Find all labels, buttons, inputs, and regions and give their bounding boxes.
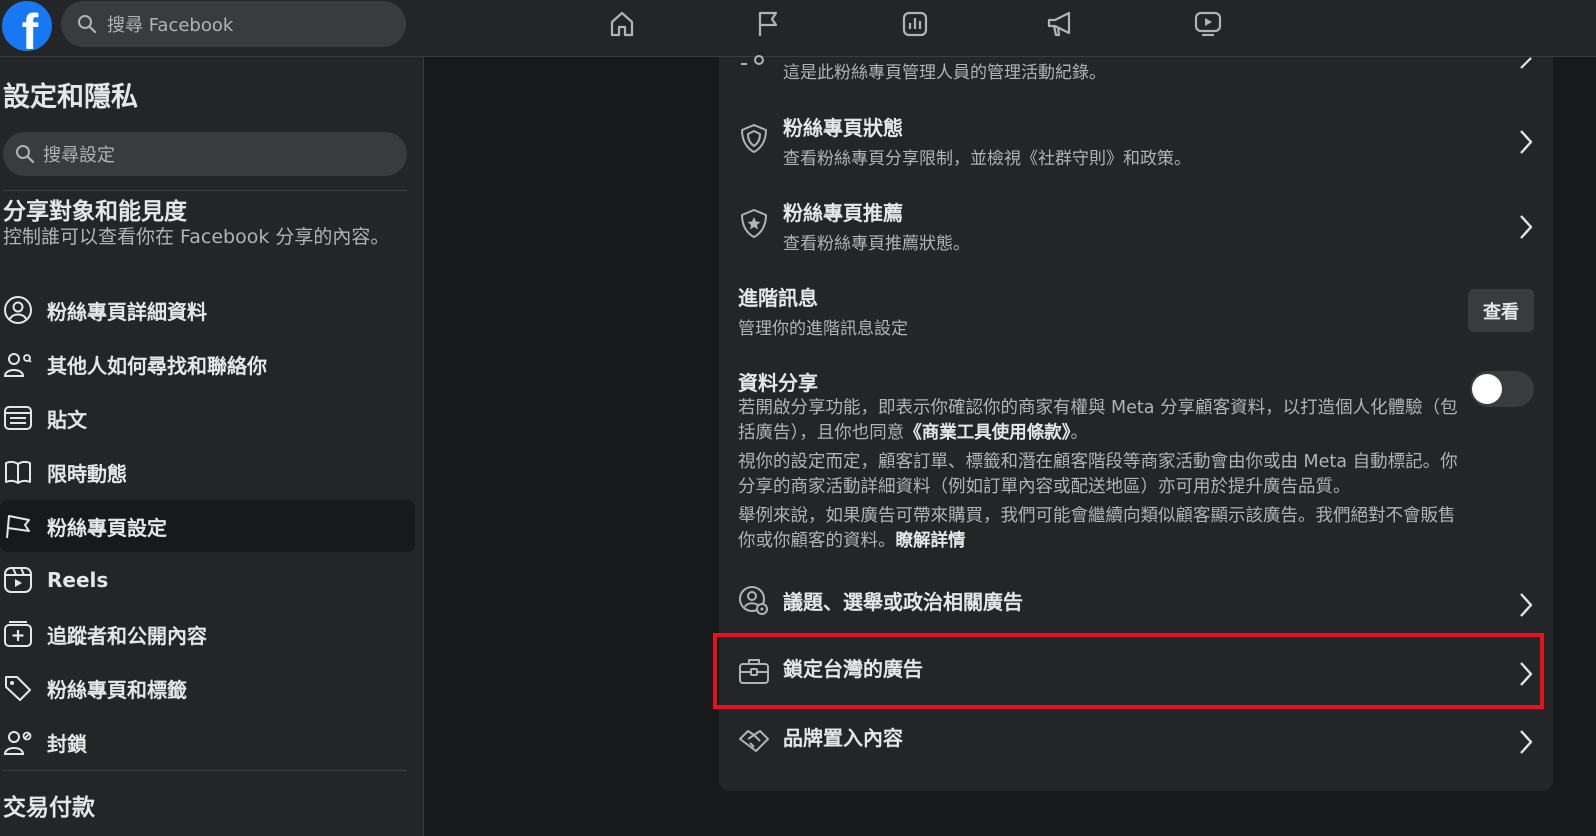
business-tools-terms-link[interactable]: 《商業工具使用條款》: [904, 423, 1070, 443]
sidebar-item-reels[interactable]: Reels: [0, 554, 415, 606]
data-sharing-row: 資料分享: [738, 371, 818, 395]
flag-icon: [3, 511, 33, 541]
data-sharing-paragraph-2: 視你的設定而定，顧客訂單、標籤和潛在顧客階段等商家活動會由你或由 Meta 自動…: [738, 452, 1458, 497]
gear-user-icon: [738, 48, 770, 80]
chevron-right-icon: [1514, 589, 1538, 621]
chevron-right-icon: [1514, 44, 1538, 76]
facebook-search-input[interactable]: 搜尋 Facebook: [61, 1, 406, 47]
sidebar-item-pages-tags[interactable]: 粉絲專頁和標籤: [0, 662, 415, 714]
block-person-icon: [3, 727, 33, 757]
page-recommendation-row[interactable]: 粉絲專頁推薦 查看粉絲專頁推薦狀態。: [738, 195, 1538, 255]
section-desc-audience: 控制誰可以查看你在 Facebook 分享的內容。: [3, 226, 390, 248]
search-icon: [78, 15, 97, 34]
sidebar-title: 設定和隱私: [3, 82, 138, 113]
chevron-right-icon: [1514, 211, 1538, 243]
video-icon[interactable]: [1190, 6, 1226, 42]
flag-icon[interactable]: [750, 6, 786, 42]
settings-search-input[interactable]: 搜尋設定: [3, 132, 407, 176]
chevron-right-icon: [1514, 126, 1538, 158]
view-advanced-messaging-button[interactable]: 查看: [1468, 289, 1534, 332]
settings-search-placeholder: 搜尋設定: [43, 145, 115, 166]
page-status-row[interactable]: 粉絲專頁狀態 查看粉絲專頁分享限制，並檢視《社群守則》和政策。: [738, 110, 1538, 170]
search-icon: [16, 145, 35, 164]
home-icon[interactable]: [604, 6, 640, 42]
shield-icon: [738, 122, 770, 154]
data-sharing-toggle[interactable]: [1470, 371, 1534, 407]
top-navigation-bar: f 搜尋 Facebook: [0, 0, 1596, 57]
book-icon: [3, 457, 33, 487]
sidebar-item-stories[interactable]: 限時動態: [0, 446, 415, 498]
facebook-logo[interactable]: f: [2, 1, 52, 51]
sidebar-divider: [3, 190, 407, 191]
learn-more-link[interactable]: 瞭解詳情: [896, 531, 966, 551]
data-sharing-paragraph-1: 若開啟分享功能，即表示你確認你的商家有權與 Meta 分享顧客資料，以打造個人化…: [738, 398, 1458, 443]
sidebar-divider: [3, 770, 407, 771]
highlight-box: [713, 633, 1544, 709]
shield-star-icon: [738, 207, 770, 239]
megaphone-icon[interactable]: [1043, 6, 1079, 42]
handshake-icon: [738, 724, 770, 756]
sidebar-item-page-details[interactable]: 粉絲專頁詳細資料: [0, 284, 415, 336]
chevron-right-icon: [1514, 726, 1538, 758]
toggle-knob: [1472, 374, 1502, 404]
person-contact-icon: [3, 349, 33, 379]
advanced-messaging-row: 進階訊息 管理你的進階訊息設定: [738, 286, 908, 339]
add-box-icon: [3, 619, 33, 649]
sidebar-item-blocking[interactable]: 封鎖: [0, 716, 415, 768]
branded-content-row[interactable]: 品牌置入內容: [738, 722, 1538, 762]
admin-activity-row[interactable]: 這是此粉絲專頁管理人員的管理活動紀錄。: [738, 50, 1538, 84]
insights-icon[interactable]: [897, 6, 933, 42]
section-title-audience: 分享對象和能見度: [3, 199, 187, 225]
sidebar-item-page-settings[interactable]: 粉絲專頁設定: [0, 500, 415, 552]
reels-icon: [3, 565, 33, 595]
data-sharing-paragraph-3: 舉例來說，如果廣告可帶來購買，我們可能會繼續向類似顧客顯示該廣告。我們絕對不會販…: [738, 506, 1456, 551]
search-placeholder: 搜尋 Facebook: [107, 15, 234, 36]
sidebar-item-followers-public[interactable]: 追蹤者和公開內容: [0, 608, 415, 660]
person-gear-icon: [738, 585, 770, 617]
section-title-payments: 交易付款: [3, 795, 95, 821]
tag-icon: [3, 673, 33, 703]
political-ads-row[interactable]: 議題、選舉或政治相關廣告: [738, 585, 1538, 625]
sidebar-item-find-contact[interactable]: 其他人如何尋找和聯絡你: [0, 338, 415, 390]
profile-circle-icon: [3, 295, 33, 325]
posts-icon: [3, 403, 33, 433]
sidebar-item-posts[interactable]: 貼文: [0, 392, 415, 444]
